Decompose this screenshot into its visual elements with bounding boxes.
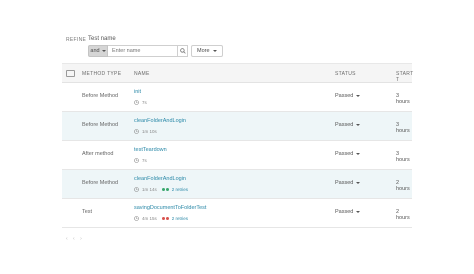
name-filter: and More — [88, 45, 223, 57]
chevron-down-icon — [356, 211, 361, 213]
select-all-icon[interactable] — [66, 70, 75, 77]
retry-dot-2 — [165, 217, 169, 220]
header-status[interactable]: STATUS — [335, 71, 356, 77]
operator-select[interactable]: and — [88, 45, 108, 57]
status-dropdown[interactable]: Passed — [335, 180, 361, 186]
clock-icon — [134, 216, 139, 221]
table-row[interactable]: After method testTeardown 7s Passed 3 hours — [62, 141, 412, 170]
start-time: 2 hours — [396, 209, 410, 221]
table-row[interactable]: Before Method cleanFolderAndLogin 1m 14s 2 … — [62, 170, 412, 199]
method-type: Before Method — [82, 122, 119, 128]
clock-icon — [134, 158, 139, 163]
clock-icon — [134, 187, 139, 192]
table-row[interactable]: Before Method cleanFolderAndLogin 1m 10s Pa… — [62, 112, 412, 141]
duration: 7s — [142, 158, 147, 163]
status-dropdown[interactable]: Passed — [335, 151, 361, 157]
status-dropdown[interactable]: Passed — [335, 209, 361, 215]
status-dropdown[interactable]: Passed — [335, 122, 361, 128]
chevron-down-icon — [356, 95, 361, 97]
table-header: METHOD TYPE NAME STATUS START T — [62, 63, 413, 83]
method-type: After method — [82, 151, 114, 157]
start-time: 3 hours — [396, 122, 410, 134]
method-name-link[interactable]: init — [134, 89, 141, 95]
more-button[interactable]: More — [191, 45, 223, 57]
method-name-link[interactable]: testTeardown — [134, 147, 167, 153]
start-time: 2 hours — [396, 180, 410, 192]
name-input[interactable] — [108, 45, 178, 57]
duration: 1m 14s — [142, 187, 157, 192]
more-label: More — [197, 48, 210, 54]
duration: 7s — [142, 100, 147, 105]
status-value: Passed — [335, 180, 354, 186]
search-button[interactable] — [178, 45, 188, 57]
chevron-down-icon — [101, 50, 106, 52]
method-meta: 4m 15s 2 retries — [134, 216, 188, 221]
header-start-time[interactable]: START T — [396, 71, 413, 83]
status-dropdown[interactable]: Passed — [335, 93, 361, 99]
retry-status-dots — [161, 188, 169, 191]
start-time: 3 hours — [396, 93, 410, 105]
status-value: Passed — [335, 151, 354, 157]
operator-value: and — [90, 48, 100, 54]
duration: 4m 15s — [142, 216, 157, 221]
method-type: Test — [82, 209, 93, 215]
header-name[interactable]: NAME — [134, 71, 150, 77]
retries-link[interactable]: 2 retries — [172, 187, 188, 192]
status-value: Passed — [335, 93, 354, 99]
retry-dot-2 — [165, 188, 169, 191]
method-name-link[interactable]: cleanFolderAndLogin — [134, 176, 186, 182]
chevron-down-icon — [356, 124, 361, 126]
test-methods-table: METHOD TYPE NAME STATUS START T Before M… — [62, 63, 413, 228]
method-meta: 1m 10s — [134, 129, 157, 134]
refine-label: REFINE — [66, 37, 87, 43]
test-name-label: Test name — [88, 36, 116, 42]
duration: 1m 10s — [142, 129, 157, 134]
method-meta: 7s — [134, 100, 147, 105]
retry-dot-1 — [161, 217, 165, 220]
clock-icon — [134, 129, 139, 134]
method-type: Before Method — [82, 180, 119, 186]
chevron-down-icon — [212, 50, 217, 52]
start-time: 3 hours — [396, 151, 410, 163]
method-meta: 7s — [134, 158, 147, 163]
pagination: ‹ ‹ › — [66, 236, 84, 242]
method-meta: 1m 14s 2 retries — [134, 187, 188, 192]
status-value: Passed — [335, 122, 354, 128]
clock-icon — [134, 100, 139, 105]
method-name-link[interactable]: savingDocumentToFolderTest — [134, 205, 206, 211]
method-type: Before Method — [82, 93, 119, 99]
chevron-down-icon — [356, 182, 361, 184]
method-name-link[interactable]: cleanFolderAndLogin — [134, 118, 186, 124]
retries-link[interactable]: 2 retries — [172, 216, 188, 221]
table-row[interactable]: Test savingDocumentToFolderTest 4m 15s 2 re… — [62, 199, 412, 228]
chevron-down-icon — [356, 153, 361, 155]
retry-status-dots — [161, 217, 169, 220]
retry-dot-1 — [161, 188, 165, 191]
header-method-type[interactable]: METHOD TYPE — [82, 71, 121, 77]
table-row[interactable]: Before Method init 7s Passed 3 hours — [62, 83, 412, 112]
search-icon — [179, 48, 186, 54]
status-value: Passed — [335, 209, 354, 215]
